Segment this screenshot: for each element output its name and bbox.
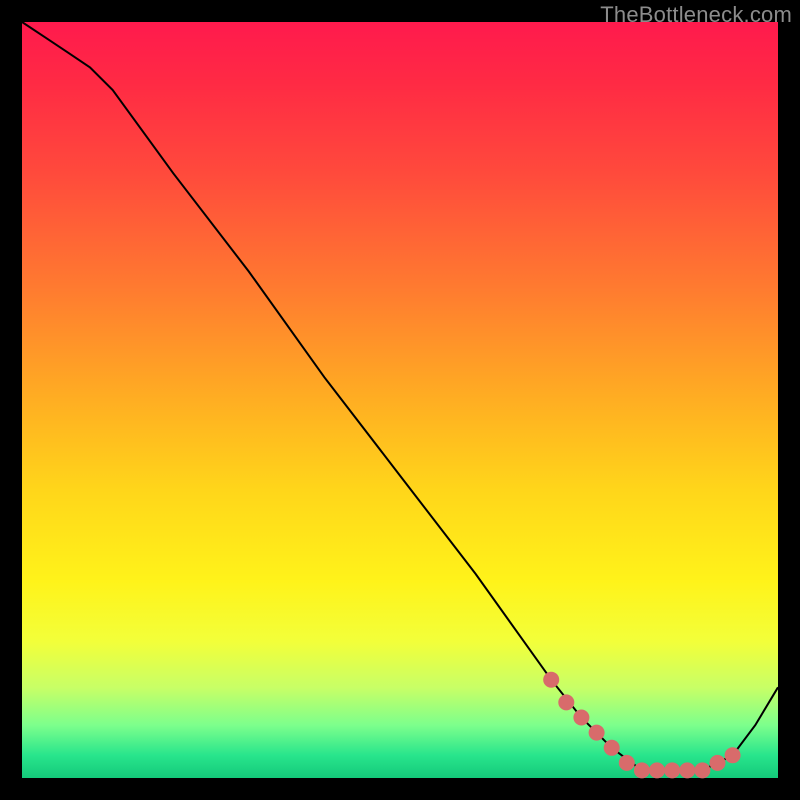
chart-stage: TheBottleneck.com <box>0 0 800 800</box>
chart-plot-area <box>22 22 778 778</box>
marker-dot <box>619 755 635 771</box>
chart-markers <box>543 672 740 779</box>
chart-curve <box>22 22 778 770</box>
marker-dot <box>710 755 726 771</box>
marker-dot <box>589 725 605 741</box>
marker-dot <box>634 762 650 778</box>
marker-dot <box>694 762 710 778</box>
marker-dot <box>725 747 741 763</box>
marker-dot <box>679 762 695 778</box>
chart-svg <box>22 22 778 778</box>
marker-dot <box>543 672 559 688</box>
marker-dot <box>664 762 680 778</box>
marker-dot <box>649 762 665 778</box>
marker-dot <box>558 694 574 710</box>
marker-dot <box>573 710 589 726</box>
marker-dot <box>604 740 620 756</box>
